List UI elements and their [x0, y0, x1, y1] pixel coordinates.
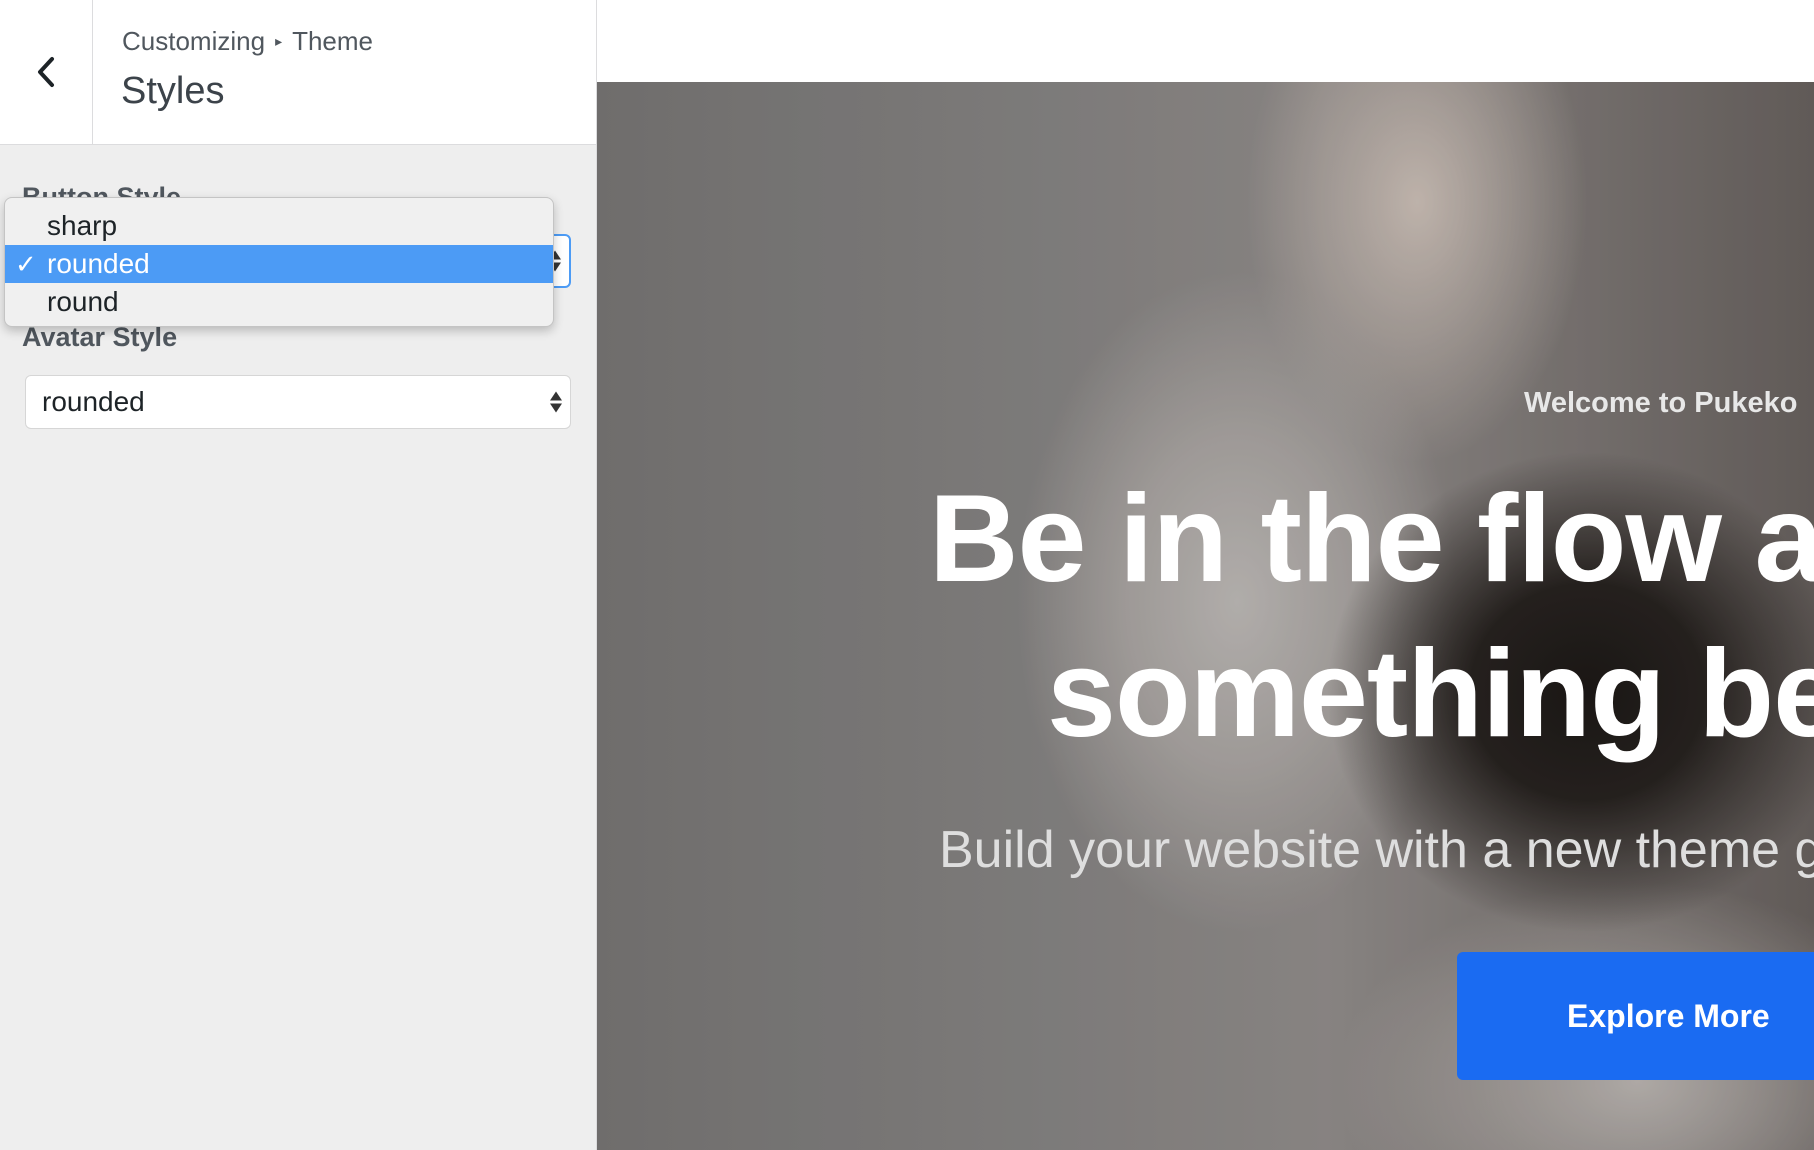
dropdown-option-round[interactable]: round — [5, 283, 553, 321]
option-label: rounded — [47, 248, 150, 279]
breadcrumb-parent: Customizing — [122, 26, 266, 56]
hero-headline-line2: something be — [1047, 625, 1814, 763]
checkmark-icon: ✓ — [15, 249, 37, 279]
select-arrows-icon — [550, 391, 562, 413]
hero-headline: Be in the flow a something be — [929, 462, 1814, 772]
breadcrumb-child: Theme — [292, 26, 374, 56]
back-button[interactable] — [0, 0, 93, 144]
section-title: Styles — [121, 70, 225, 112]
customizer-header: Customizing ▸ Theme Styles — [0, 0, 596, 145]
option-label: round — [47, 286, 119, 317]
avatar-style-value: rounded — [42, 386, 145, 417]
hero-welcome-text: Welcome to Pukeko — [1524, 387, 1798, 419]
avatar-style-select[interactable]: rounded — [25, 375, 571, 429]
button-style-dropdown: sharp ✓ rounded round — [4, 197, 554, 327]
breadcrumb-separator-icon: ▸ — [275, 33, 283, 49]
explore-more-label: Explore More — [1567, 997, 1770, 1034]
hero-subtitle: Build your website with a new theme g — [939, 821, 1814, 879]
customizer-panel: Customizing ▸ Theme Styles Button Style … — [0, 0, 597, 1150]
app-window: Customizing ▸ Theme Styles Button Style … — [0, 0, 1814, 1150]
breadcrumb: Customizing ▸ Theme — [122, 26, 373, 57]
option-label: sharp — [47, 210, 118, 241]
site-preview: Welcome to Pukeko Be in the flow a somet… — [597, 0, 1814, 1150]
dropdown-option-rounded[interactable]: ✓ rounded — [5, 245, 553, 283]
explore-more-button[interactable]: Explore More — [1457, 952, 1814, 1080]
dropdown-option-sharp[interactable]: sharp — [5, 207, 553, 245]
hero-section: Welcome to Pukeko Be in the flow a somet… — [597, 82, 1814, 1150]
chevron-left-icon — [35, 55, 57, 89]
hero-headline-line1: Be in the flow a — [929, 470, 1814, 608]
